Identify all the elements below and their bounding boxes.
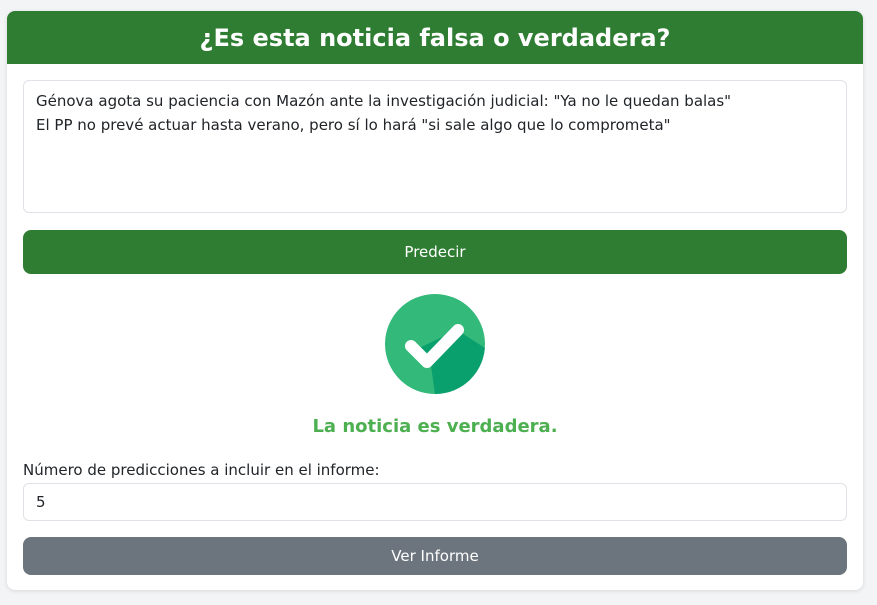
predictions-count-input[interactable] xyxy=(23,483,847,521)
predictions-count-label: Número de predicciones a incluir en el i… xyxy=(23,461,380,479)
predict-button[interactable]: Predecir xyxy=(23,230,847,274)
view-report-button[interactable]: Ver Informe xyxy=(23,537,847,575)
card-header: ¿Es esta noticia falsa o verdadera? xyxy=(7,11,863,64)
prediction-card: ¿Es esta noticia falsa o verdadera? Géno… xyxy=(7,11,863,590)
result-message: La noticia es verdadera. xyxy=(312,416,558,437)
news-text-input[interactable]: Génova agota su paciencia con Mazón ante… xyxy=(23,80,847,213)
page-title: ¿Es esta noticia falsa o verdadera? xyxy=(199,23,671,52)
check-circle-icon xyxy=(385,294,485,394)
